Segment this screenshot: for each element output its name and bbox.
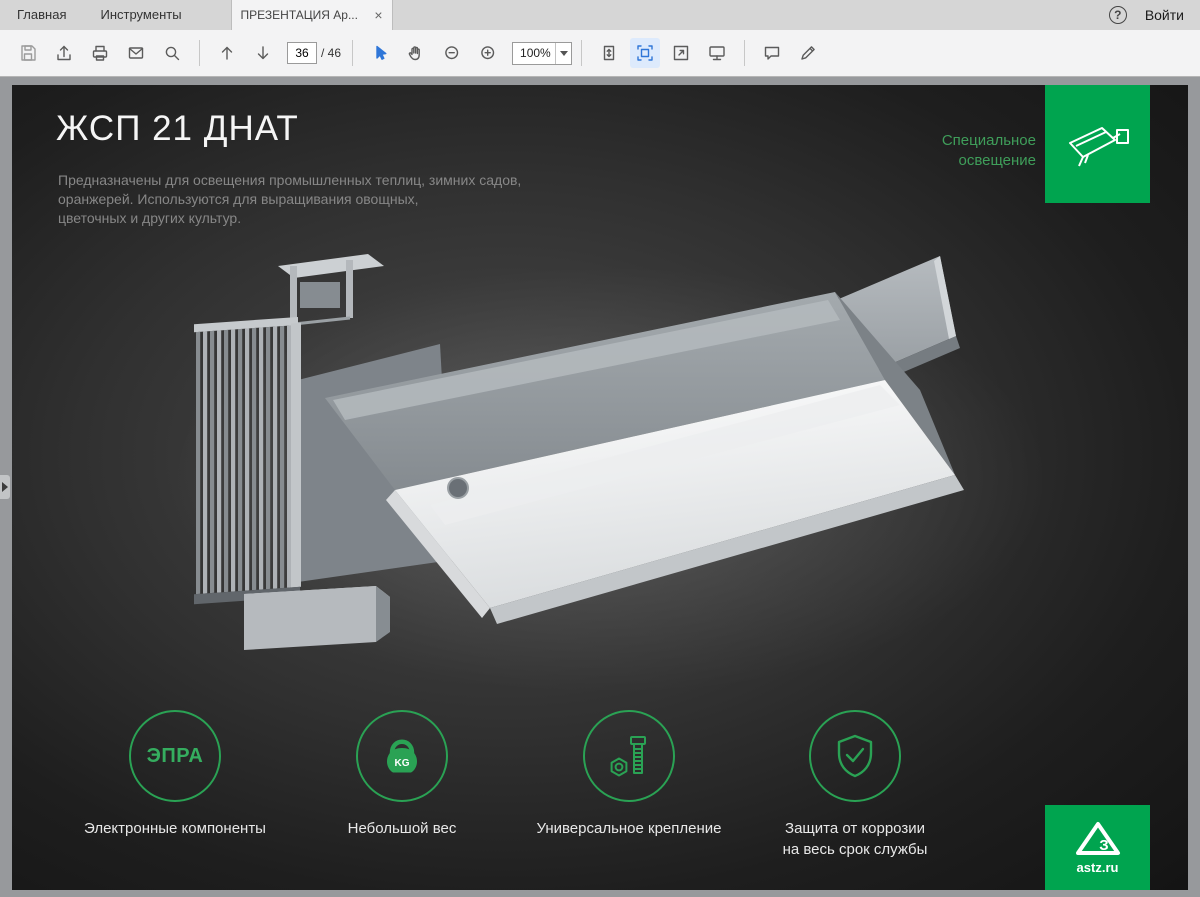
category-badge bbox=[1045, 85, 1150, 203]
email-icon bbox=[128, 47, 144, 59]
minus-circle-icon bbox=[445, 46, 459, 60]
save-button[interactable] bbox=[13, 38, 43, 68]
hand-tool-button[interactable] bbox=[401, 38, 431, 68]
astz-logo-icon: З bbox=[1075, 822, 1120, 855]
fit-one-page-button[interactable] bbox=[594, 38, 624, 68]
kg-text: KG bbox=[395, 758, 410, 769]
document-viewer: ЖСП 21 ДНАТ Предназначены для освещения … bbox=[0, 77, 1200, 897]
share-icon bbox=[57, 45, 71, 61]
luminaire-product-image bbox=[170, 254, 1050, 690]
sidebar-toggle-button[interactable] bbox=[0, 475, 10, 499]
chevron-down-icon bbox=[559, 50, 568, 56]
tabbar-right: ? Войти bbox=[1108, 0, 1200, 30]
arrow-down-icon bbox=[257, 46, 269, 60]
feature-item: KG Небольшой вес bbox=[287, 710, 517, 839]
print-button[interactable] bbox=[85, 38, 115, 68]
reading-mode-button[interactable] bbox=[702, 38, 732, 68]
print-icon bbox=[92, 45, 108, 61]
subtitle-line: оранжерей. Используются для выращивания … bbox=[58, 191, 419, 207]
tab-document[interactable]: ПРЕЗЕНТАЦИЯ Ар... × bbox=[230, 0, 393, 30]
zoom-level-dropdown[interactable]: 100% bbox=[512, 41, 573, 65]
search-button[interactable] bbox=[157, 38, 187, 68]
share-button[interactable] bbox=[49, 38, 79, 68]
pdf-page: ЖСП 21 ДНАТ Предназначены для освещения … bbox=[12, 85, 1188, 890]
floodlight-icon bbox=[1068, 127, 1129, 167]
tab-home[interactable]: Главная bbox=[0, 0, 83, 30]
cursor-arrow-icon bbox=[376, 45, 387, 60]
feature-label: Электронные компоненты bbox=[84, 820, 266, 837]
zoom-caret-button[interactable] bbox=[555, 42, 571, 64]
zoom-out-button[interactable] bbox=[437, 38, 467, 68]
feature-item: Универсальное крепление bbox=[514, 710, 744, 839]
tab-tools[interactable]: Инструменты bbox=[83, 0, 198, 30]
speech-bubble-icon bbox=[764, 46, 780, 60]
feature-label: Защита от коррозии на весь срок службы bbox=[740, 818, 970, 860]
sign-in-button[interactable]: Войти bbox=[1145, 7, 1184, 23]
feature-label-line: на весь срок службы bbox=[782, 841, 928, 858]
expand-icon bbox=[673, 45, 689, 61]
select-tool-button[interactable] bbox=[365, 38, 395, 68]
fullscreen-button[interactable] bbox=[666, 38, 696, 68]
brand-badge: З astz.ru bbox=[1045, 805, 1150, 890]
toolbar-separator bbox=[581, 40, 583, 66]
save-icon bbox=[21, 45, 36, 61]
zoom-in-button[interactable] bbox=[473, 38, 503, 68]
plus-circle-icon bbox=[481, 46, 495, 60]
category-label: Специальное освещение bbox=[942, 131, 1036, 171]
toolbar-separator bbox=[744, 40, 746, 66]
subtitle-line: Предназначены для освещения промышленных… bbox=[58, 172, 522, 188]
fit-width-icon bbox=[637, 45, 653, 61]
subtitle-line: цветочных и других культур. bbox=[58, 210, 242, 226]
search-icon bbox=[165, 46, 180, 61]
pencil-icon bbox=[801, 46, 815, 60]
app-tab-bar: Главная Инструменты ПРЕЗЕНТАЦИЯ Ар... × … bbox=[0, 0, 1200, 30]
presentation-screen-icon bbox=[709, 46, 725, 61]
epra-text-icon: ЭПРА bbox=[146, 744, 204, 767]
next-page-button[interactable] bbox=[248, 38, 278, 68]
brand-url: astz.ru bbox=[1076, 860, 1119, 875]
feature-label: Универсальное крепление bbox=[536, 820, 722, 837]
chevron-right-icon bbox=[2, 482, 8, 492]
feature-label: Небольшой вес bbox=[347, 820, 457, 837]
draw-button[interactable] bbox=[793, 38, 823, 68]
arrow-up-icon bbox=[221, 46, 233, 60]
slide-subtitle: Предназначены для освещения промышленных… bbox=[58, 171, 521, 228]
shield-check-icon bbox=[837, 734, 873, 778]
feature-label-line: Защита от коррозии bbox=[785, 820, 925, 837]
email-button[interactable] bbox=[121, 38, 151, 68]
category-line: освещение bbox=[958, 152, 1036, 169]
previous-page-button[interactable] bbox=[212, 38, 242, 68]
pdf-toolbar: / 46 100% bbox=[0, 30, 1200, 77]
page-total-label: / 46 bbox=[321, 46, 342, 60]
feature-circle-mounting bbox=[583, 710, 675, 802]
fit-page-icon bbox=[603, 45, 615, 61]
hand-icon bbox=[408, 46, 420, 61]
feature-item: ЭПРА Электронные компоненты bbox=[60, 710, 290, 839]
help-icon[interactable]: ? bbox=[1108, 6, 1127, 24]
zoom-level-value: 100% bbox=[520, 46, 551, 60]
toolbar-separator bbox=[352, 40, 354, 66]
comment-button[interactable] bbox=[757, 38, 787, 68]
document-tab-title: ПРЕЗЕНТАЦИЯ Ар... bbox=[240, 8, 358, 22]
feature-circle-corrosion bbox=[809, 710, 901, 802]
feature-item: Защита от коррозии на весь срок службы bbox=[740, 710, 970, 860]
svg-text:З: З bbox=[1099, 837, 1108, 854]
slide-title: ЖСП 21 ДНАТ bbox=[56, 109, 299, 148]
toolbar-separator bbox=[199, 40, 200, 66]
feature-circle-electronics: ЭПРА bbox=[129, 710, 221, 802]
fit-width-button[interactable] bbox=[630, 38, 661, 68]
category-line: Специальное bbox=[941, 132, 1036, 149]
bolt-and-nut-icon bbox=[610, 736, 646, 777]
page-number-input[interactable] bbox=[287, 42, 317, 64]
kettlebell-icon: KG bbox=[387, 739, 417, 773]
close-icon[interactable]: × bbox=[374, 8, 382, 22]
feature-circle-weight: KG bbox=[356, 710, 448, 802]
